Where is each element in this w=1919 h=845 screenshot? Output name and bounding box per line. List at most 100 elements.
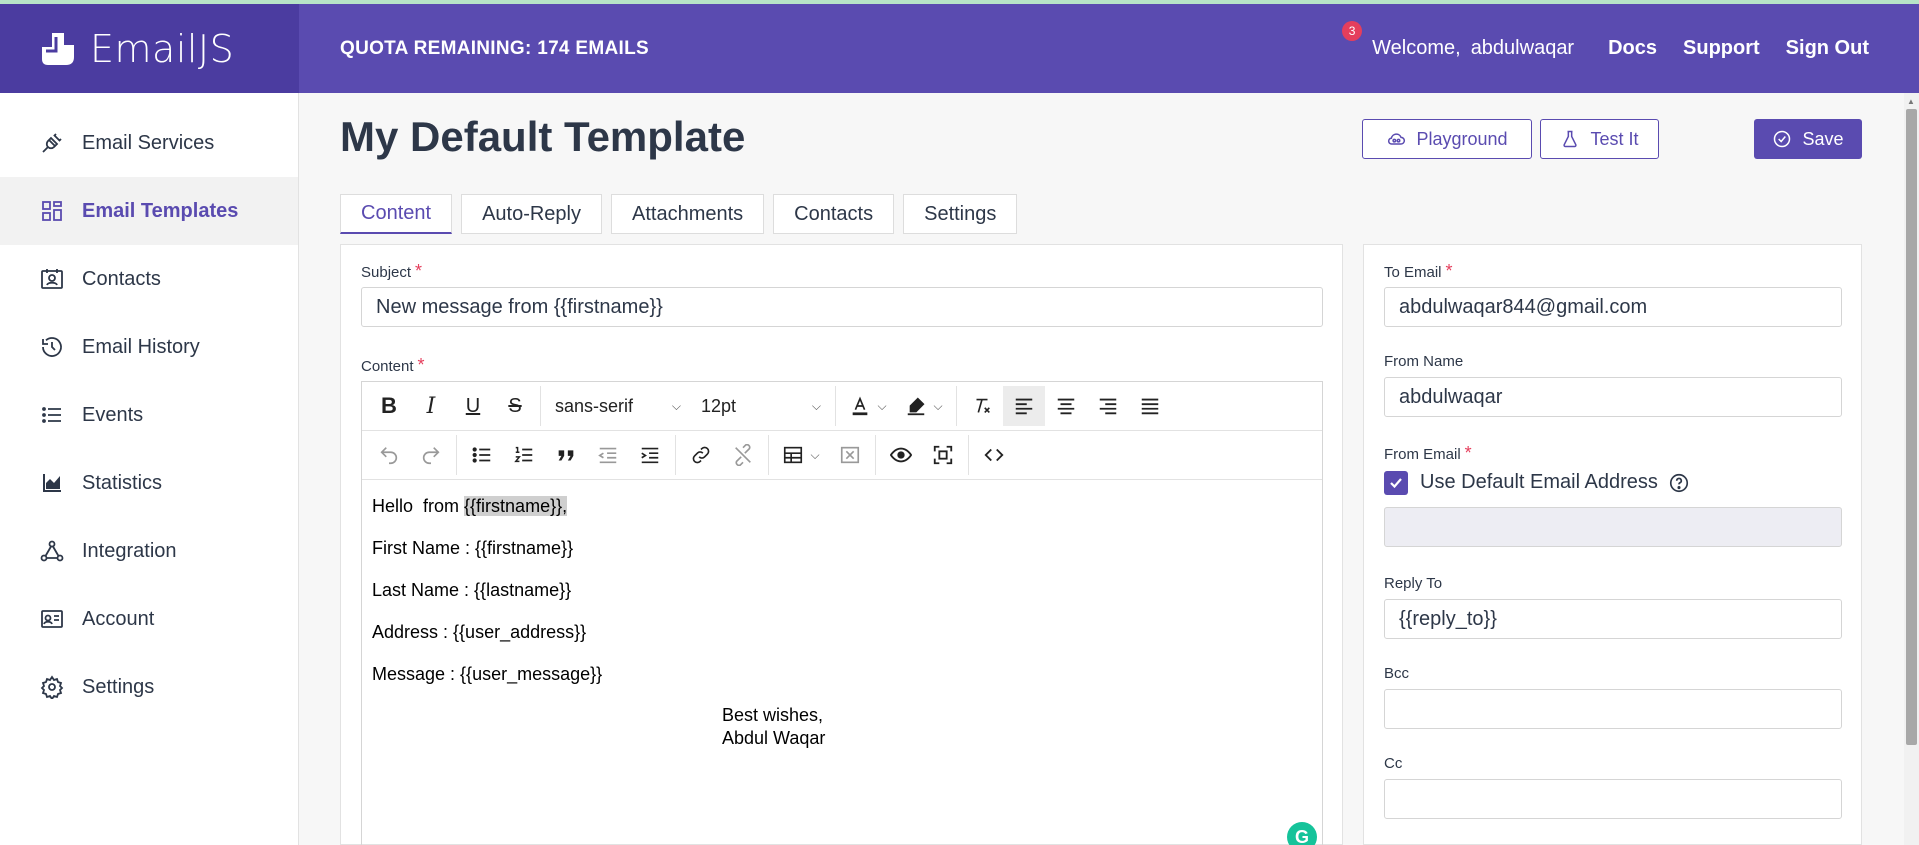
editor-toolbar-row-1: B I U S sans-serif ⌵ 12pt ⌵ ⌵ ⌵ — [362, 382, 1322, 431]
use-default-email-checkbox[interactable] — [1384, 471, 1408, 495]
to-email-label-text: To Email — [1384, 264, 1442, 281]
sidebar-item-integration[interactable]: Integration — [0, 517, 298, 585]
scroll-up-arrow-icon[interactable]: ▲ — [1907, 97, 1915, 106]
toolbar-separator — [675, 435, 676, 475]
page-scrollbar[interactable]: ▲ — [1904, 93, 1919, 845]
help-icon[interactable] — [1668, 472, 1690, 494]
sidebar-item-email-templates[interactable]: Email Templates — [0, 177, 298, 245]
sidebar-item-label: Contacts — [82, 267, 161, 290]
bcc-input[interactable] — [1384, 689, 1842, 729]
sign-out-link[interactable]: Sign Out — [1786, 37, 1869, 60]
tab-settings[interactable]: Settings — [903, 194, 1018, 234]
sidebar-item-account[interactable]: Account — [0, 585, 298, 653]
underline-button[interactable]: U — [452, 386, 494, 426]
undo-icon — [380, 447, 398, 465]
from-email-input[interactable] — [1384, 507, 1842, 547]
support-link[interactable]: Support — [1683, 37, 1760, 60]
blockquote-button[interactable] — [545, 435, 587, 475]
notification-badge[interactable]: 3 — [1342, 21, 1363, 41]
font-family-select[interactable]: sans-serif ⌵ — [545, 386, 691, 426]
body-line: Address : {{user_address}} — [372, 622, 587, 642]
content-label: Content * — [361, 355, 425, 376]
source-code-button[interactable] — [973, 435, 1015, 475]
fullscreen-button[interactable] — [922, 435, 964, 475]
history-icon — [40, 335, 64, 359]
reply-to-label: Reply To — [1384, 575, 1443, 592]
tab-auto-reply[interactable]: Auto-Reply — [461, 194, 602, 234]
grammarly-icon[interactable]: G — [1287, 822, 1317, 845]
template-tabs: Content Auto-Reply Attachments Contacts … — [340, 194, 1018, 234]
sidebar-item-statistics[interactable]: Statistics — [0, 449, 298, 517]
outdent-button[interactable] — [587, 435, 629, 475]
save-button[interactable]: Save — [1754, 119, 1862, 159]
sidebar-item-settings[interactable]: Settings — [0, 653, 298, 721]
font-size-value: 12pt — [701, 395, 737, 416]
editor-toolbar-row-2: ⌵ — [362, 431, 1322, 480]
use-default-email-text: Use Default Email Address — [1420, 471, 1658, 493]
bullet-list-icon — [472, 447, 491, 463]
indent-button[interactable] — [629, 435, 671, 475]
page-title: My Default Template — [340, 113, 746, 160]
from-email-label-text: From Email — [1384, 446, 1461, 463]
subject-input[interactable]: New message from {{firstname}} — [361, 287, 1323, 327]
table-button[interactable]: ⌵ — [773, 435, 829, 475]
highlighter-icon — [908, 397, 925, 416]
subject-label: Subject * — [361, 261, 422, 282]
brand[interactable]: EmailJS — [0, 4, 299, 93]
required-marker: * — [1464, 443, 1472, 463]
to-email-input[interactable]: abdulwaqar844@gmail.com — [1384, 287, 1842, 327]
chevron-down-icon: ⌵ — [933, 398, 943, 413]
docs-link[interactable]: Docs — [1608, 37, 1657, 60]
font-size-select[interactable]: 12pt ⌵ — [691, 386, 831, 426]
insert-link-button[interactable] — [680, 435, 722, 475]
bcc-label: Bcc — [1384, 665, 1410, 682]
italic-button[interactable]: I — [410, 386, 452, 426]
tab-content[interactable]: Content — [340, 194, 453, 234]
outdent-icon — [598, 447, 617, 464]
font-family-value: sans-serif — [555, 395, 634, 416]
editor-content-area[interactable]: Hello from {{firstname}}, First Name : {… — [362, 480, 1322, 764]
cc-input[interactable] — [1384, 779, 1842, 819]
align-right-button[interactable] — [1087, 386, 1129, 426]
scrollbar-thumb[interactable] — [1906, 109, 1917, 745]
remove-element-button[interactable] — [829, 435, 871, 475]
bullet-list-button[interactable] — [461, 435, 503, 475]
sidebar-item-contacts[interactable]: Contacts — [0, 245, 298, 313]
numbered-list-button[interactable] — [503, 435, 545, 475]
sidebar-item-events[interactable]: Events — [0, 381, 298, 449]
sidebar-item-label: Events — [82, 403, 144, 426]
redo-button[interactable] — [410, 435, 452, 475]
highlight-color-button[interactable]: ⌵ — [896, 386, 952, 426]
sidebar-item-email-services[interactable]: Email Services — [0, 109, 298, 177]
strikethrough-button[interactable]: S — [494, 386, 536, 426]
test-it-button[interactable]: Test It — [1540, 119, 1659, 159]
align-right-icon — [1099, 398, 1117, 415]
integration-icon — [40, 539, 64, 563]
align-left-button[interactable] — [1003, 386, 1045, 426]
bold-button[interactable]: B — [368, 386, 410, 426]
tab-attachments[interactable]: Attachments — [611, 194, 765, 234]
tab-contacts[interactable]: Contacts — [773, 194, 895, 234]
sidebar-item-label: Integration — [82, 539, 177, 562]
align-center-button[interactable] — [1045, 386, 1087, 426]
required-marker: * — [1445, 261, 1453, 281]
close-box-icon — [840, 446, 860, 464]
clear-formatting-button[interactable] — [961, 386, 1003, 426]
align-justify-button[interactable] — [1129, 386, 1171, 426]
welcome-area[interactable]: 3 Welcome, abdulwaqar — [1342, 21, 1574, 60]
sidebar-item-label: Statistics — [82, 471, 163, 494]
toolbar-separator — [768, 435, 769, 475]
test-it-label: Test It — [1590, 128, 1639, 149]
text-color-button[interactable]: ⌵ — [840, 386, 896, 426]
chevron-down-icon: ⌵ — [877, 398, 887, 413]
use-default-email-label: Use Default Email Address — [1420, 471, 1690, 494]
playground-button[interactable]: Playground — [1362, 119, 1532, 159]
flask-icon — [1563, 130, 1578, 148]
sidebar-item-email-history[interactable]: Email History — [0, 313, 298, 381]
preview-button[interactable] — [880, 435, 922, 475]
toolbar-separator — [875, 435, 876, 475]
from-name-input[interactable]: abdulwaqar — [1384, 377, 1842, 417]
unlink-button[interactable] — [722, 435, 764, 475]
undo-button[interactable] — [368, 435, 410, 475]
reply-to-input[interactable]: {{reply_to}} — [1384, 599, 1842, 639]
